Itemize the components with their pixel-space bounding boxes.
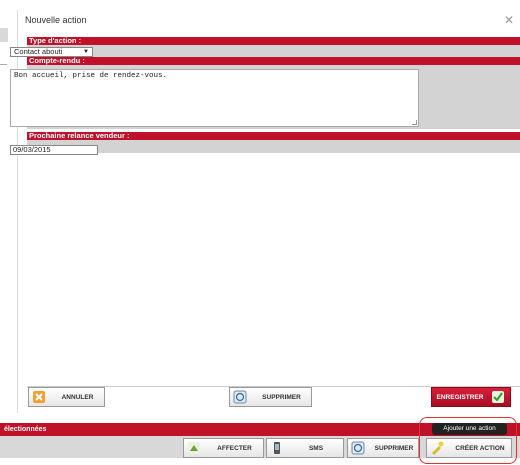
checkmark-icon <box>490 389 506 405</box>
assign-icon <box>186 440 202 456</box>
type-action-band <box>27 45 520 57</box>
compte-rendu-textarea[interactable]: Bon accueil, prise de rendez-vous. <box>10 69 419 127</box>
cancel-button-label: ANNULER <box>61 393 94 401</box>
compte-rendu-text: Bon accueil, prise de rendez-vous. <box>14 72 168 80</box>
action-type-select[interactable]: Contact abouti ▼ <box>10 47 93 57</box>
sms-button-label: SMS <box>308 444 324 452</box>
relance-date-input[interactable]: 09/03/2015 <box>10 145 98 155</box>
cancel-x-icon <box>31 389 47 405</box>
cancel-button[interactable]: ANNULER <box>28 387 105 407</box>
type-action-label: Type d'action : <box>27 37 520 45</box>
page-delete-button[interactable]: SUPPRIMER <box>347 438 419 458</box>
assign-button-label: AFFECTER <box>217 444 252 452</box>
relance-label: Prochaine relance vendeur : <box>27 132 520 140</box>
background-page-bar <box>0 28 8 42</box>
modal-title: Nouvelle action <box>25 15 87 25</box>
delete-button[interactable]: SUPPRIMER <box>229 387 312 407</box>
relance-band <box>27 140 520 153</box>
save-button[interactable]: ENREGISTRER <box>431 387 511 407</box>
action-type-value: Contact abouti <box>14 47 63 56</box>
sms-button[interactable]: SMS <box>266 438 344 458</box>
delete-button-label: SUPPRIMER <box>262 393 301 401</box>
assign-button[interactable]: AFFECTER <box>183 438 264 458</box>
chevron-down-icon: ▼ <box>83 49 89 55</box>
phone-icon <box>269 440 285 456</box>
compte-rendu-label: Compte-rendu : <box>27 57 520 65</box>
page-delete-button-label: SUPPRIMER <box>374 444 414 452</box>
save-button-label: ENREGISTRER <box>436 393 484 401</box>
delete-icon <box>232 389 248 405</box>
close-icon[interactable]: ✕ <box>504 14 514 26</box>
background-page-divider <box>0 64 7 65</box>
delete-icon <box>350 440 366 456</box>
highlight-annotation <box>419 417 517 464</box>
resize-grip-icon[interactable] <box>412 120 417 125</box>
